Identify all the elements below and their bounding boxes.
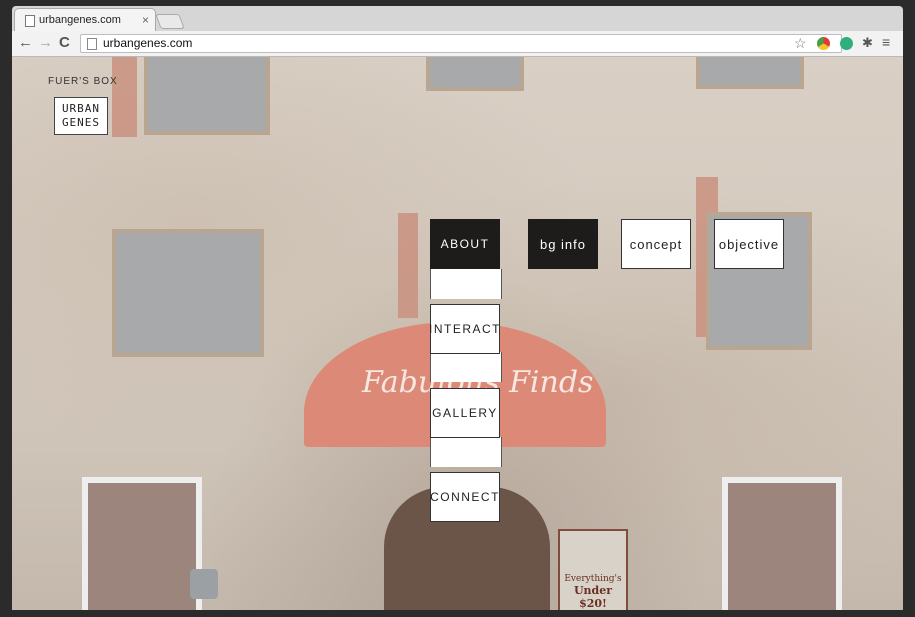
- page-viewport: Fabulous Finds Everything's Under $20! F…: [12, 57, 903, 610]
- close-tab-icon[interactable]: ×: [142, 13, 149, 27]
- reload-icon[interactable]: C: [59, 34, 70, 52]
- extension-chrome-icon[interactable]: [817, 37, 830, 50]
- page-icon: [87, 38, 97, 50]
- url-text: urbangenes.com: [103, 36, 193, 50]
- browser-tab[interactable]: urbangenes.com ×: [14, 8, 156, 33]
- nav-fold: [430, 437, 502, 467]
- meter-image: [190, 569, 218, 599]
- window-image: [696, 57, 804, 89]
- store-window-image: [722, 477, 842, 610]
- logo-line-1: URBAN: [61, 102, 101, 115]
- nav-gallery[interactable]: GALLERY: [430, 388, 500, 438]
- nav-connect[interactable]: CONNECT: [430, 472, 500, 522]
- window-image: [144, 57, 270, 135]
- back-icon[interactable]: ←: [18, 34, 33, 52]
- sale-sign: Everything's Under $20!: [558, 529, 628, 610]
- sign-line-2: Under $20!: [573, 584, 613, 610]
- new-tab-button[interactable]: [155, 14, 185, 29]
- sign-line-1: Everything's: [564, 574, 622, 584]
- forward-icon[interactable]: →: [38, 34, 53, 52]
- logo-line-2: GENES: [61, 116, 101, 129]
- browser-window: urbangenes.com × ← → C urbangenes.com ☆ …: [0, 0, 915, 617]
- menu-icon[interactable]: ≡: [882, 34, 890, 50]
- brand-label: FUER'S BOX: [48, 76, 118, 87]
- address-bar[interactable]: urbangenes.com: [80, 34, 842, 53]
- nav-fold: [430, 352, 502, 382]
- extension-green-icon[interactable]: [840, 37, 853, 50]
- window-image: [426, 57, 524, 91]
- nav-interact[interactable]: INTERACT: [429, 304, 500, 354]
- nav-concept[interactable]: concept: [621, 219, 691, 269]
- nav-objective[interactable]: objective: [714, 219, 784, 269]
- bookmark-star-icon[interactable]: ☆: [794, 35, 807, 52]
- nav-about[interactable]: ABOUT: [430, 219, 500, 269]
- window-image: [112, 229, 264, 357]
- page-icon: [25, 15, 35, 27]
- nav-bg-info[interactable]: bg info: [528, 219, 598, 269]
- extension-puzzle-icon[interactable]: ✱: [862, 35, 873, 51]
- store-window-image: [82, 477, 202, 610]
- site-logo[interactable]: URBAN GENES: [54, 97, 108, 135]
- browser-toolbar: ← → C urbangenes.com ☆ ✱ ≡: [12, 31, 903, 57]
- tab-title: urbangenes.com: [39, 14, 121, 26]
- nav-fold: [430, 269, 502, 299]
